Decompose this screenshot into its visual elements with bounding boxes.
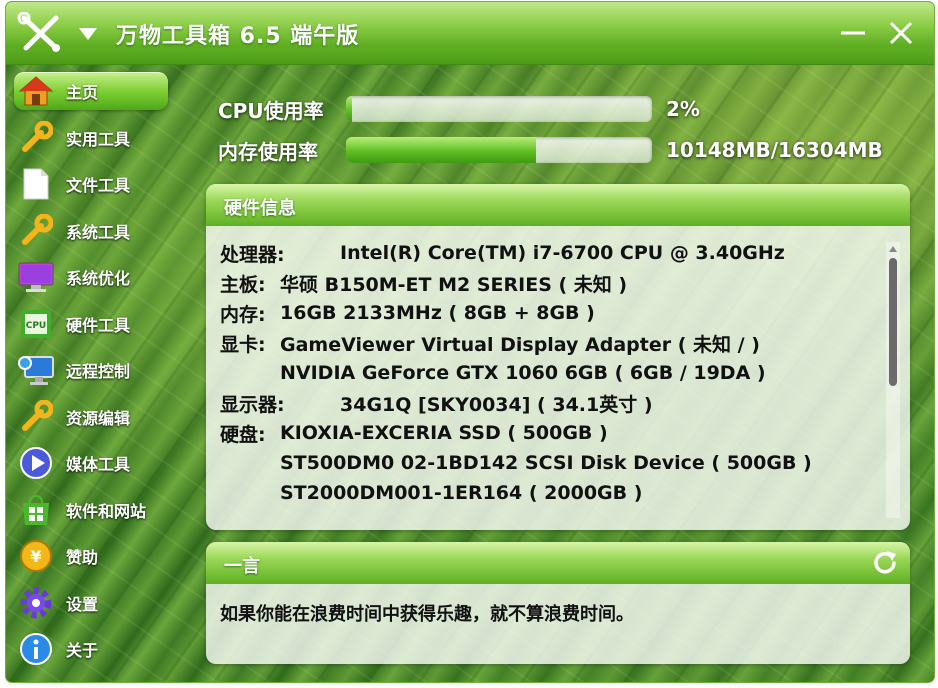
sidebar-item-media-tools[interactable]: 媒体工具 [14, 444, 168, 482]
cpu-usage-value: 2% [666, 97, 700, 121]
memory-usage-label: 内存使用率 [218, 139, 318, 164]
sidebar-item-label: 媒体工具 [66, 455, 131, 474]
hw-value: KIOXIA-EXCERIA SSD ( 500GB ) [280, 422, 608, 444]
remote-desktop-icon [16, 351, 56, 389]
cpu-usage-row: CPU使用率 2% [218, 93, 700, 125]
refresh-icon[interactable] [870, 548, 900, 578]
sidebar-item-remote-control[interactable]: 远程控制 [14, 351, 168, 389]
hw-value: NVIDIA GeForce GTX 1060 6GB ( 6GB / 19DA… [280, 362, 766, 384]
app-window: 万物工具箱 6.5 端午版 主页 实用工具 文件工具 系统工具 系统优化 CPU… [6, 2, 934, 682]
sidebar-item-resource-edit[interactable]: 资源编辑 [14, 398, 168, 436]
cpu-usage-fill [346, 96, 353, 122]
wrench-icon [16, 212, 56, 250]
cpu-icon: CPU [16, 305, 56, 343]
hw-value: 16GB 2133MHz ( 8GB + 8GB ) [280, 302, 595, 324]
windows-store-icon [16, 491, 56, 529]
scrollbar-thumb[interactable] [889, 258, 897, 386]
sidebar-item-label: 软件和网站 [66, 501, 147, 521]
hardware-info-list: 处理器: Intel(R) Core(TM) i7-6700 CPU @ 3.4… [220, 238, 880, 508]
monitor-icon [16, 258, 56, 296]
sidebar-item-hardware-tools[interactable]: CPU 硬件工具 [14, 305, 168, 343]
hw-key: 内存: [220, 303, 266, 326]
sidebar-item-label: 文件工具 [66, 176, 131, 195]
hw-row-gpu: 显卡: GameViewer Virtual Display Adapter (… [220, 328, 880, 358]
scroll-up-arrow-icon[interactable] [888, 244, 898, 254]
minimize-button[interactable] [838, 18, 868, 48]
hw-value: ST500DM0 02-1BD142 SCSI Disk Device ( 50… [280, 452, 812, 474]
quote-title: 一言 [224, 556, 260, 577]
hardware-info-title: 硬件信息 [224, 198, 296, 219]
sidebar-item-system-tools[interactable]: 系统工具 [14, 212, 168, 250]
hw-row-gpu-2: NVIDIA GeForce GTX 1060 6GB ( 6GB / 19DA… [220, 358, 880, 388]
sidebar-item-about[interactable]: 关于 [14, 630, 168, 668]
sidebar-item-file-tools[interactable]: 文件工具 [14, 165, 168, 203]
sidebar-item-label: 资源编辑 [66, 408, 131, 428]
sidebar-item-home[interactable]: 主页 [14, 72, 168, 110]
sidebar-item-sponsor[interactable]: ¥ 赞助 [14, 537, 168, 575]
hardware-info-panel: 硬件信息 处理器: Intel(R) Core(TM) i7-6700 CPU … [206, 184, 910, 530]
hw-key: 处理器: [220, 243, 285, 266]
sidebar-item-label: 实用工具 [66, 129, 131, 149]
sidebar-nav: 主页 实用工具 文件工具 系统工具 系统优化 CPU 硬件工具 远程控制 资源编… [14, 72, 174, 677]
cpu-usage-bar [346, 96, 652, 122]
hw-row-monitor: 显示器: 34G1Q [SKY0034] ( 34.1英寸 ) [220, 388, 880, 418]
sidebar-item-settings[interactable]: 设置 [14, 584, 168, 622]
hw-row-motherboard: 主板: 华硕 B150M-ET M2 SERIES ( 未知 ) [220, 268, 880, 298]
yen-coin-icon: ¥ [16, 537, 56, 575]
wrench-icon [16, 119, 56, 157]
quote-header: 一言 [206, 542, 910, 584]
hw-row-cpu: 处理器: Intel(R) Core(TM) i7-6700 CPU @ 3.4… [220, 238, 880, 268]
sidebar-item-label: 主页 [66, 83, 99, 102]
wrench-icon [16, 398, 56, 436]
home-icon [16, 72, 56, 110]
app-title: 万物工具箱 6.5 端午版 [116, 24, 360, 49]
hardware-info-header: 硬件信息 [206, 184, 910, 226]
sidebar-item-label: 赞助 [66, 548, 99, 567]
menu-dropdown-icon[interactable] [76, 24, 100, 44]
hw-key: 硬盘: [220, 423, 266, 446]
hw-row-disk-2: ST500DM0 02-1BD142 SCSI Disk Device ( 50… [220, 448, 880, 478]
memory-usage-fill [346, 137, 537, 163]
hw-key: 显卡: [220, 333, 266, 356]
memory-usage-row: 内存使用率 10148MB/16304MB [218, 134, 883, 166]
sidebar-item-software-websites[interactable]: 软件和网站 [14, 491, 168, 529]
quote-panel: 一言 如果你能在浪费时间中获得乐趣，就不算浪费时间。 [206, 542, 910, 664]
hw-value: 34G1Q [SKY0034] ( 34.1英寸 ) [340, 393, 653, 416]
memory-usage-bar [346, 137, 652, 163]
sidebar-item-label: 系统优化 [66, 269, 131, 288]
sidebar-item-label: 硬件工具 [66, 315, 131, 335]
sidebar-item-label: 系统工具 [66, 222, 131, 242]
gear-icon [16, 584, 56, 622]
memory-usage-value: 10148MB/16304MB [666, 138, 883, 162]
sidebar-item-label: 远程控制 [66, 362, 131, 381]
hw-value: ST2000DM001-1ER164 ( 2000GB ) [280, 482, 643, 504]
hw-row-disk-3: ST2000DM001-1ER164 ( 2000GB ) [220, 478, 880, 508]
sidebar-item-label: 关于 [66, 641, 99, 660]
sidebar-item-utilities[interactable]: 实用工具 [14, 119, 168, 157]
hw-row-memory: 内存: 16GB 2133MHz ( 8GB + 8GB ) [220, 298, 880, 328]
close-button[interactable] [886, 18, 916, 48]
cpu-usage-label: CPU使用率 [218, 98, 324, 123]
info-icon [16, 630, 56, 668]
svg-text:CPU: CPU [26, 321, 47, 331]
hw-value: Intel(R) Core(TM) i7-6700 CPU @ 3.40GHz [340, 242, 785, 264]
hardware-scrollbar[interactable] [886, 242, 900, 518]
title-bar[interactable]: 万物工具箱 6.5 端午版 [6, 2, 934, 65]
quote-text: 如果你能在浪费时间中获得乐趣，就不算浪费时间。 [220, 604, 634, 625]
tools-logo-icon [17, 12, 60, 52]
hw-value: GameViewer Virtual Display Adapter ( 未知 … [280, 333, 760, 356]
play-icon [16, 444, 56, 482]
svg-text:¥: ¥ [30, 547, 41, 566]
sidebar-item-system-optimize[interactable]: 系统优化 [14, 258, 168, 296]
hw-key: 主板: [220, 273, 266, 296]
file-icon [16, 165, 56, 203]
hw-row-disk: 硬盘: KIOXIA-EXCERIA SSD ( 500GB ) [220, 418, 880, 448]
hw-value: 华硕 B150M-ET M2 SERIES ( 未知 ) [280, 273, 628, 296]
sidebar-item-label: 设置 [66, 594, 99, 614]
hw-key: 显示器: [220, 393, 285, 416]
